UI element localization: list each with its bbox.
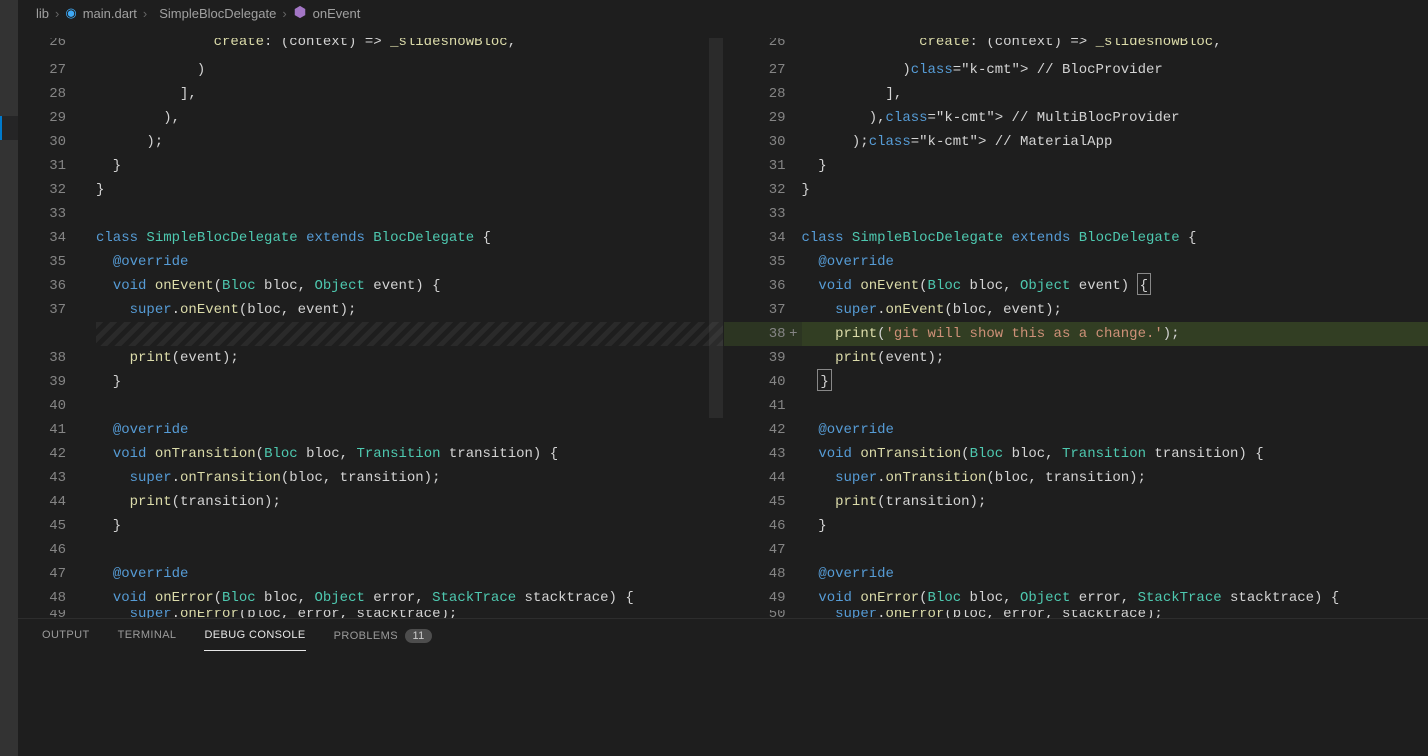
- right-gutter: 2627282930313233343536373839404142434445…: [724, 38, 802, 618]
- breadcrumb-method[interactable]: onEvent: [313, 6, 361, 21]
- breadcrumb-sep: ›: [143, 6, 147, 21]
- method-icon: [293, 5, 307, 22]
- activity-bar[interactable]: [0, 0, 18, 756]
- activity-selected-highlight: [0, 116, 2, 140]
- scrollbar[interactable]: [709, 38, 723, 418]
- diff-right-pane[interactable]: 2627282930313233343536373839404142434445…: [723, 38, 1428, 618]
- left-gutter: 2627282930313233343536373839404142434445…: [18, 38, 96, 618]
- left-code[interactable]: create: (context) => _slideshowBloc, ) ]…: [96, 38, 723, 618]
- breadcrumb-sep: ›: [282, 6, 286, 21]
- breadcrumb-folder[interactable]: lib: [36, 6, 49, 21]
- right-code[interactable]: create: (context) => _slideshowBloc, )cl…: [802, 38, 1428, 618]
- panel-tab-debug-console[interactable]: DEBUG CONSOLE: [204, 629, 305, 651]
- activity-selected-indicator: [0, 116, 18, 140]
- panel-tab-terminal[interactable]: TERMINAL: [118, 629, 177, 651]
- breadcrumb-file[interactable]: main.dart: [83, 6, 137, 21]
- diff-left-pane[interactable]: 2627282930313233343536373839404142434445…: [18, 38, 723, 618]
- dart-file-icon: ◉: [65, 5, 76, 21]
- breadcrumb[interactable]: lib › ◉ main.dart › SimpleBlocDelegate ›…: [36, 0, 360, 26]
- panel-tab-problems[interactable]: PROBLEMS 11: [334, 629, 432, 651]
- panel-tab-output[interactable]: OUTPUT: [42, 629, 90, 651]
- panel-tab-label: PROBLEMS: [334, 630, 398, 642]
- panel-tabs: OUTPUT TERMINAL DEBUG CONSOLE PROBLEMS 1…: [18, 619, 1428, 651]
- diff-editor: 2627282930313233343536373839404142434445…: [18, 38, 1428, 618]
- breadcrumb-class[interactable]: SimpleBlocDelegate: [159, 6, 276, 21]
- bottom-panel: OUTPUT TERMINAL DEBUG CONSOLE PROBLEMS 1…: [18, 618, 1428, 756]
- problems-count-badge: 11: [405, 629, 431, 643]
- breadcrumb-sep: ›: [55, 6, 59, 21]
